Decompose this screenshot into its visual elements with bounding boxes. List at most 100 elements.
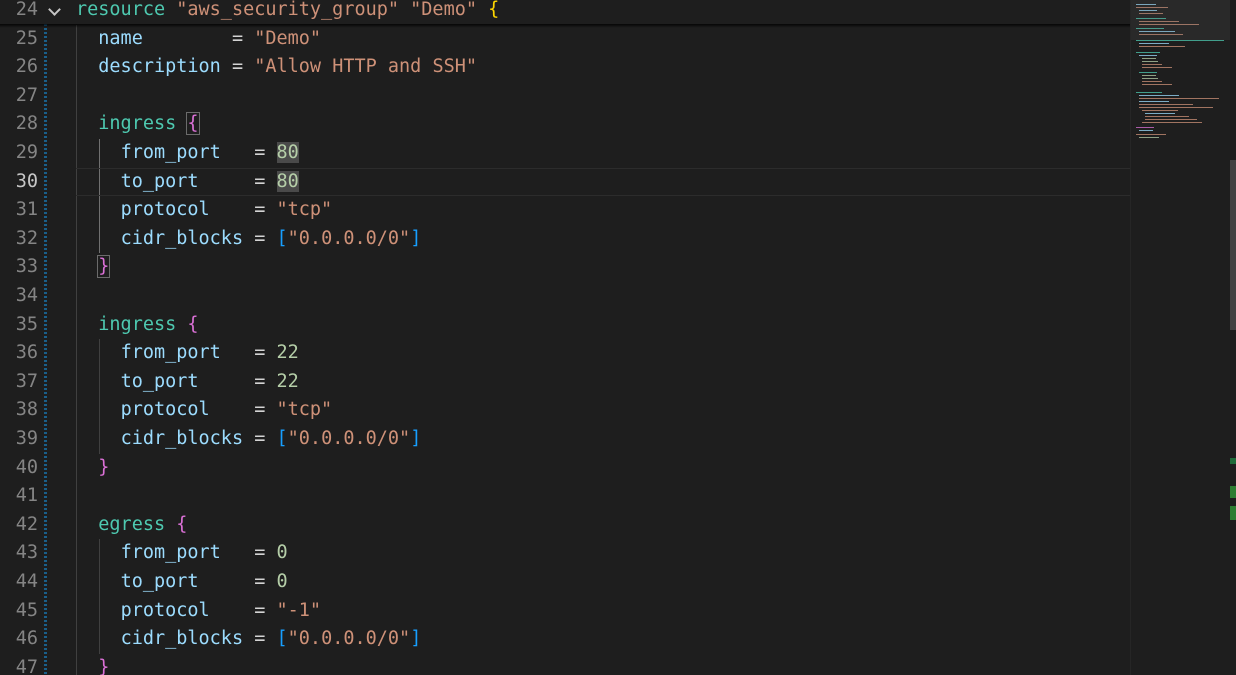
- code-line[interactable]: 30 to_port = 80: [0, 167, 1130, 197]
- minimap[interactable]: [1130, 0, 1231, 675]
- minimap-line: [1139, 130, 1153, 131]
- code-text[interactable]: to_port = 0: [76, 568, 288, 597]
- scrollbar-change-marker: [1230, 486, 1236, 498]
- vertical-scrollbar[interactable]: [1230, 0, 1236, 675]
- code-line[interactable]: 36 from_port = 22: [0, 339, 1130, 368]
- line-number: 30: [15, 170, 38, 192]
- code-text[interactable]: ingress {: [76, 110, 200, 139]
- line-number: 42: [15, 513, 38, 535]
- code-text[interactable]: protocol = "tcp": [76, 196, 333, 225]
- code-area[interactable]: 24 resource "aws_security_group" "Demo" {…: [0, 0, 1130, 675]
- code-line[interactable]: 41: [0, 482, 1130, 511]
- code-text[interactable]: name = "Demo": [76, 25, 321, 54]
- minimap-line: [1145, 113, 1175, 114]
- minimap-line: [1142, 64, 1162, 65]
- code-line[interactable]: 42 egress {: [0, 511, 1130, 540]
- code-line[interactable]: 44 to_port = 0: [0, 568, 1130, 597]
- code-text[interactable]: }: [76, 654, 109, 675]
- code-line[interactable]: 43 from_port = 0: [0, 539, 1130, 568]
- code-token: "tcp": [276, 199, 333, 221]
- code-token: =: [220, 542, 277, 564]
- code-token: =: [220, 56, 255, 78]
- code-text[interactable]: cidr_blocks = ["0.0.0.0/0"]: [76, 425, 422, 454]
- code-text[interactable]: }: [76, 253, 111, 282]
- code-text[interactable]: from_port = 22: [76, 339, 299, 368]
- minimap-line: [1136, 127, 1154, 128]
- minimap-line: [1145, 119, 1197, 120]
- code-line[interactable]: 31 protocol = "tcp": [0, 196, 1130, 225]
- code-line[interactable]: 33 }: [0, 253, 1130, 282]
- code-token: "Demo": [254, 27, 322, 49]
- minimap-line: [1139, 95, 1179, 96]
- code-token: egress: [98, 513, 166, 535]
- line-number: 25: [15, 27, 38, 49]
- code-token: =: [209, 399, 277, 421]
- line-number: 27: [15, 84, 38, 106]
- code-line[interactable]: 29 from_port = 80: [0, 139, 1130, 168]
- code-token: to_port: [120, 170, 199, 192]
- code-line[interactable]: 46 cidr_blocks = ["0.0.0.0/0"]: [0, 625, 1130, 654]
- code-editor[interactable]: 24 resource "aws_security_group" "Demo" {…: [0, 0, 1236, 675]
- code-text[interactable]: }: [76, 454, 109, 483]
- minimap-line: [1142, 75, 1156, 76]
- line-number: 26: [15, 56, 38, 78]
- line-number: 31: [15, 199, 38, 221]
- minimap-viewport[interactable]: [1131, 0, 1231, 40]
- code-line[interactable]: 39 cidr_blocks = ["0.0.0.0/0"]: [0, 425, 1130, 454]
- minimap-line: [1136, 92, 1162, 93]
- code-line[interactable]: 34: [0, 282, 1130, 311]
- code-token: protocol: [120, 599, 210, 621]
- code-line[interactable]: 38 protocol = "tcp": [0, 396, 1130, 425]
- code-line[interactable]: 37 to_port = 22: [0, 368, 1130, 397]
- scrollbar-thumb[interactable]: [1230, 160, 1236, 330]
- code-text[interactable]: resource "aws_security_group" "Demo" {: [76, 0, 499, 25]
- code-text[interactable]: egress {: [76, 511, 187, 540]
- line-number: 34: [15, 285, 38, 306]
- code-line[interactable]: 45 protocol = "-1": [0, 597, 1130, 626]
- code-text[interactable]: cidr_blocks = ["0.0.0.0/0"]: [76, 625, 422, 654]
- code-token: cidr_blocks: [120, 628, 244, 650]
- chevron-down-icon[interactable]: [48, 3, 61, 16]
- minimap-line: [1139, 98, 1219, 99]
- code-text[interactable]: protocol = "tcp": [76, 396, 333, 425]
- code-line[interactable]: 27: [0, 82, 1130, 111]
- code-token: to_port: [120, 370, 199, 392]
- code-text[interactable]: from_port = 0: [76, 539, 288, 568]
- code-text[interactable]: protocol = "-1": [76, 597, 322, 626]
- code-token: "0.0.0.0/0": [287, 428, 411, 449]
- code-token: "aws_security_group": [176, 0, 400, 20]
- code-text[interactable]: description = "Allow HTTP and SSH": [76, 53, 477, 82]
- minimap-line: [1136, 134, 1166, 135]
- minimap-line: [1139, 46, 1185, 47]
- code-line[interactable]: 25 name = "Demo": [0, 25, 1130, 54]
- code-token: {: [488, 0, 500, 20]
- minimap-line: [1142, 110, 1178, 111]
- code-line[interactable]: 24 resource "aws_security_group" "Demo" {: [0, 0, 1130, 25]
- line-number: 40: [15, 456, 38, 478]
- code-text[interactable]: to_port = 80: [76, 168, 299, 197]
- code-token: name: [98, 27, 143, 49]
- code-token: to_port: [120, 571, 199, 592]
- code-text[interactable]: cidr_blocks = ["0.0.0.0/0"]: [76, 225, 422, 254]
- minimap-line: [1139, 137, 1159, 138]
- minimap-line: [1139, 72, 1157, 73]
- code-line[interactable]: 26 description = "Allow HTTP and SSH": [0, 53, 1130, 82]
- code-line[interactable]: 35 ingress {: [0, 311, 1130, 340]
- code-token: =: [142, 27, 255, 49]
- code-line[interactable]: 28 ingress {: [0, 110, 1130, 139]
- code-line[interactable]: 32 cidr_blocks = ["0.0.0.0/0"]: [0, 225, 1130, 254]
- code-text[interactable]: from_port = 80: [76, 139, 299, 168]
- code-text[interactable]: ingress {: [76, 311, 198, 340]
- code-text[interactable]: to_port = 22: [76, 368, 299, 397]
- code-token: ]: [410, 428, 422, 449]
- code-token: 80: [276, 142, 299, 163]
- code-line[interactable]: 47 }: [0, 654, 1130, 675]
- code-line[interactable]: 40 }: [0, 454, 1130, 483]
